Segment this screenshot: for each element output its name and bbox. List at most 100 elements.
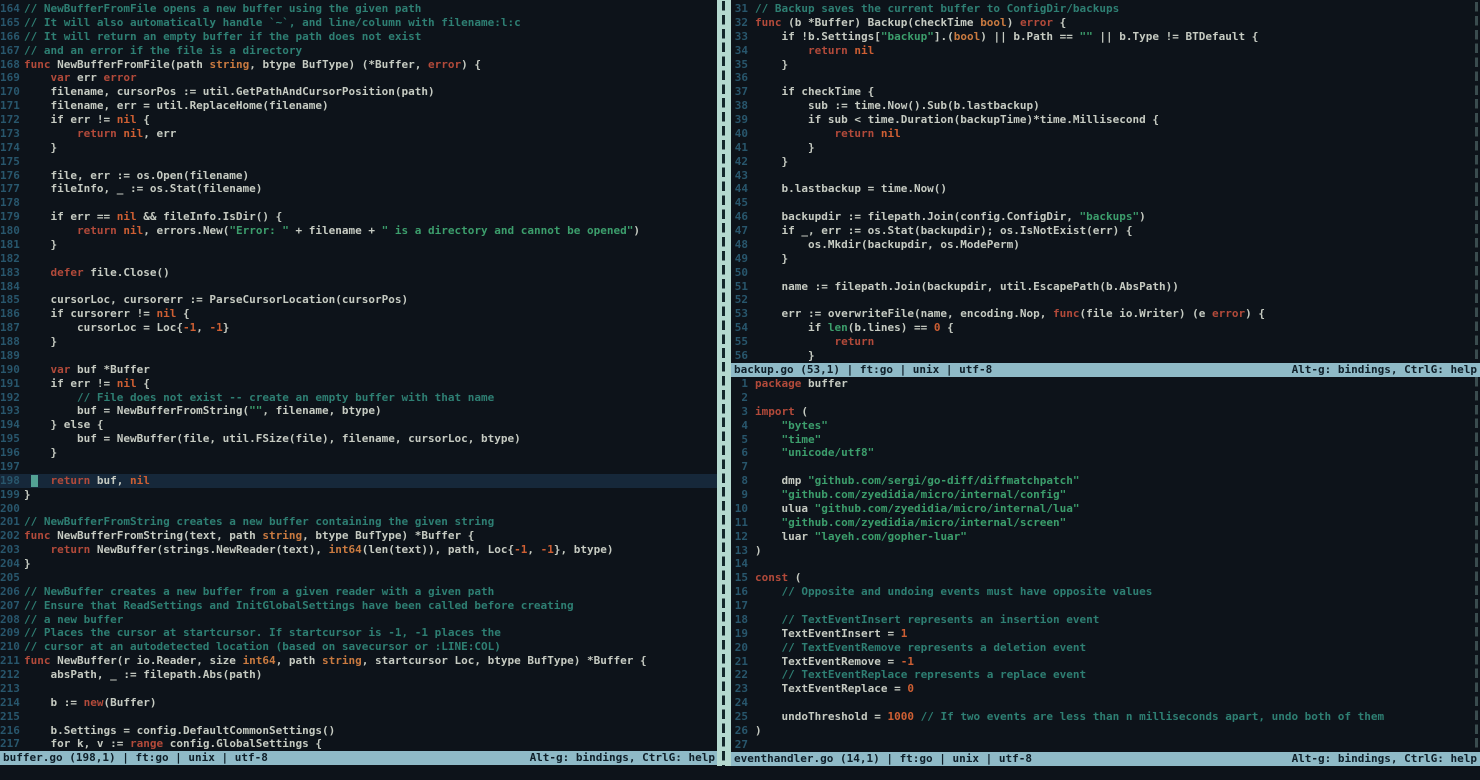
code-line[interactable]: 23 TextEventReplace = 0 <box>731 682 1480 696</box>
code-line[interactable]: 1 package buffer <box>731 377 1480 391</box>
code-line[interactable]: 173 return nil, err <box>0 127 718 141</box>
code-line[interactable]: 3 import ( <box>731 405 1480 419</box>
code-line[interactable]: 186 if cursorerr != nil { <box>0 307 718 321</box>
code-line[interactable]: 44 b.lastbackup = time.Now() <box>731 182 1480 196</box>
code-line[interactable]: 20 // TextEventRemove represents a delet… <box>731 641 1480 655</box>
editor-pane-buffer-go[interactable]: 164 // NewBufferFromFile opens a new buff… <box>0 2 718 766</box>
vertical-split-divider[interactable] <box>717 0 731 766</box>
code-line[interactable]: 42 } <box>731 155 1480 169</box>
code-line[interactable]: 18 // TextEventInsert represents an inse… <box>731 613 1480 627</box>
code-line[interactable]: 10 ulua "github.com/zyedidia/micro/inter… <box>731 502 1480 516</box>
code-line[interactable]: 52 <box>731 293 1480 307</box>
code-line[interactable]: 2 <box>731 391 1480 405</box>
code-line[interactable]: 164 // NewBufferFromFile opens a new buff… <box>0 2 718 16</box>
code-line[interactable]: 195 buf = NewBuffer(file, util.FSize(fil… <box>0 432 718 446</box>
code-line[interactable]: 51 name := filepath.Join(backupdir, util… <box>731 280 1480 294</box>
code-line[interactable]: 14 <box>731 557 1480 571</box>
code-line[interactable]: 202 func NewBufferFromString(text, path s… <box>0 529 718 543</box>
code-line[interactable]: 32 func (b *Buffer) Backup(checkTime bool… <box>731 16 1480 30</box>
code-area-eventhandler-go[interactable]: 1 package buffer 2 3 import (4 "bytes" 5 "tim… <box>731 377 1480 752</box>
code-line[interactable]: 168 func NewBufferFromFile(path string, b… <box>0 58 718 72</box>
code-line[interactable]: 15 const ( <box>731 571 1480 585</box>
code-line[interactable]: 46 backupdir := filepath.Join(config.Con… <box>731 210 1480 224</box>
code-line[interactable]: 48 os.Mkdir(backupdir, os.ModePerm) <box>731 238 1480 252</box>
code-line[interactable]: 206 // NewBuffer creates a new buffer fro… <box>0 585 718 599</box>
code-line[interactable]: 27 <box>731 738 1480 752</box>
code-line[interactable]: 16 // Opposite and undoing events must h… <box>731 585 1480 599</box>
code-line[interactable]: 13) <box>731 544 1480 558</box>
editor-pane-backup-go[interactable]: 31 // Backup saves the current buffer to … <box>731 2 1480 377</box>
code-line[interactable]: 201 // NewBufferFromString creates a new … <box>0 515 718 529</box>
code-line[interactable]: 179 if err == nil && fileInfo.IsDir() { <box>0 210 718 224</box>
code-line[interactable]: 37 if checkTime { <box>731 85 1480 99</box>
editor-pane-eventhandler-go[interactable]: 1 package buffer 2 3 import (4 "bytes" 5 "tim… <box>731 377 1480 766</box>
code-line[interactable]: 24 <box>731 696 1480 710</box>
code-line[interactable]: 213 <box>0 682 718 696</box>
code-line[interactable]: 190 var buf *Buffer <box>0 363 718 377</box>
code-line[interactable]: 22 // TextEventReplace represents a repl… <box>731 668 1480 682</box>
code-line[interactable]: 54 if len(b.lines) == 0 { <box>731 321 1480 335</box>
code-line[interactable]: 50 <box>731 266 1480 280</box>
code-line[interactable]: 198 return buf, nil <box>0 473 718 488</box>
code-line[interactable]: 184 <box>0 280 718 294</box>
code-line[interactable]: 53 err := overwriteFile(name, encoding.N… <box>731 307 1480 321</box>
code-line[interactable]: 207 // Ensure that ReadSettings and InitG… <box>0 599 718 613</box>
code-line[interactable]: 170 filename, cursorPos := util.GetPathA… <box>0 85 718 99</box>
code-line[interactable]: 199} <box>0 488 718 502</box>
code-line[interactable]: 169 var err error <box>0 71 718 85</box>
code-line[interactable]: 200 <box>0 502 718 516</box>
code-line[interactable]: 172 if err != nil { <box>0 113 718 127</box>
code-line[interactable]: 56 } <box>731 349 1480 363</box>
code-line[interactable]: 211 func NewBuffer(r io.Reader, size int6… <box>0 654 718 668</box>
code-line[interactable]: 55 return <box>731 335 1480 349</box>
code-line[interactable]: 6 "unicode/utf8" <box>731 446 1480 460</box>
code-line[interactable]: 38 sub := time.Now().Sub(b.lastbackup) <box>731 99 1480 113</box>
code-line[interactable]: 39 if sub < time.Duration(backupTime)*ti… <box>731 113 1480 127</box>
code-line[interactable]: 36 <box>731 71 1480 85</box>
code-line[interactable]: 171 filename, err = util.ReplaceHome(fil… <box>0 99 718 113</box>
code-line[interactable]: 182 <box>0 252 718 266</box>
code-line[interactable]: 193 buf = NewBufferFromString("", filena… <box>0 404 718 418</box>
code-line[interactable]: 214 b := new(Buffer) <box>0 696 718 710</box>
code-line[interactable]: 34 return nil <box>731 44 1480 58</box>
scrollbar-backup-go[interactable] <box>1474 2 1480 363</box>
code-line[interactable]: 174 } <box>0 141 718 155</box>
code-line[interactable]: 167 // and an error if the file is a dire… <box>0 44 718 58</box>
code-line[interactable]: 177 fileInfo, _ := os.Stat(filename) <box>0 182 718 196</box>
code-line[interactable]: 194 } else { <box>0 418 718 432</box>
code-line[interactable]: 25 undoThreshold = 1000 // If two events… <box>731 710 1480 724</box>
code-line[interactable]: 215 <box>0 710 718 724</box>
code-line[interactable]: 203 return NewBuffer(strings.NewReader(t… <box>0 543 718 557</box>
code-line[interactable]: 187 cursorLoc = Loc{-1, -1} <box>0 321 718 335</box>
code-line[interactable]: 19 TextEventInsert = 1 <box>731 627 1480 641</box>
code-line[interactable]: 21 TextEventRemove = -1 <box>731 655 1480 669</box>
code-line[interactable]: 12 luar "layeh.com/gopher-luar" <box>731 530 1480 544</box>
code-line[interactable]: 11 "github.com/zyedidia/micro/internal/s… <box>731 516 1480 530</box>
code-line[interactable]: 204} <box>0 557 718 571</box>
code-line[interactable]: 166 // It will return an empty buffer if … <box>0 30 718 44</box>
code-line[interactable]: 4 "bytes" <box>731 419 1480 433</box>
code-line[interactable]: 47 if _, err := os.Stat(backupdir); os.I… <box>731 224 1480 238</box>
code-line[interactable]: 175 <box>0 155 718 169</box>
code-line[interactable]: 41 } <box>731 141 1480 155</box>
code-line[interactable]: 178 <box>0 196 718 210</box>
code-line[interactable]: 40 return nil <box>731 127 1480 141</box>
code-line[interactable]: 191 if err != nil { <box>0 377 718 391</box>
code-line[interactable]: 183 defer file.Close() <box>0 266 718 280</box>
code-line[interactable]: 5 "time" <box>731 433 1480 447</box>
code-line[interactable]: 205 <box>0 571 718 585</box>
code-line[interactable]: 185 cursorLoc, cursorerr := ParseCursorL… <box>0 293 718 307</box>
code-line[interactable]: 45 <box>731 196 1480 210</box>
scrollbar-eventhandler-go[interactable] <box>1474 377 1480 752</box>
code-line[interactable]: 208 // a new buffer <box>0 613 718 627</box>
code-line[interactable]: 209 // Places the cursor at startcursor. … <box>0 626 718 640</box>
code-line[interactable]: 216 b.Settings = config.DefaultCommonSet… <box>0 724 718 738</box>
code-line[interactable]: 210 // cursor at an autodetected location… <box>0 640 718 654</box>
code-line[interactable]: 33 if !b.Settings["backup"].(bool) || b.… <box>731 30 1480 44</box>
code-line[interactable]: 7 <box>731 460 1480 474</box>
code-line[interactable]: 181 } <box>0 238 718 252</box>
code-line[interactable]: 196 } <box>0 446 718 460</box>
code-line[interactable]: 189 <box>0 349 718 363</box>
code-line[interactable]: 212 absPath, _ := filepath.Abs(path) <box>0 668 718 682</box>
code-line[interactable]: 197 <box>0 460 718 474</box>
